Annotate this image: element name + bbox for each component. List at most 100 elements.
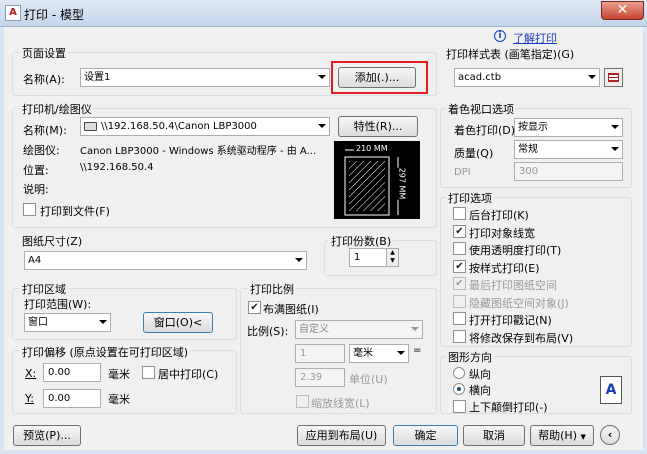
- chevron-down-icon: [397, 351, 405, 355]
- options-title: 打印选项: [446, 190, 494, 206]
- upside-down-label: 上下颠倒打印(-): [469, 401, 548, 414]
- location-value: \\192.168.50.4: [80, 162, 154, 173]
- preview-width: 210 MM: [354, 144, 390, 153]
- printer-name-select[interactable]: \\192.168.50.4\Canon LBP3000: [80, 117, 330, 136]
- plot-range-label: 打印范围(W):: [24, 298, 92, 311]
- offset-x-input[interactable]: 0.00: [43, 363, 101, 382]
- chevron-down-icon: [611, 147, 619, 151]
- orientation-title: 图形方向: [446, 349, 494, 365]
- chevron-down-icon: [411, 327, 419, 331]
- portrait-label: 纵向: [469, 368, 491, 381]
- properties-button[interactable]: 特性(R)...: [338, 116, 418, 137]
- printer-title: 打印机/绘图仪: [20, 101, 94, 117]
- edit-table-icon: [608, 73, 619, 82]
- scale-lineweights-checkbox[interactable]: [296, 395, 309, 408]
- scale-value2-input[interactable]: 2.39: [295, 368, 345, 387]
- offset-y-unit: 毫米: [108, 393, 130, 406]
- scale-unit-select[interactable]: 毫米: [349, 344, 409, 363]
- preview-button[interactable]: 预览(P)...: [13, 425, 81, 446]
- description-label: 说明:: [23, 183, 49, 196]
- apply-to-layout-button[interactable]: 应用到布局(U): [297, 425, 386, 446]
- option-label: 打开打印戳记(N): [469, 314, 552, 327]
- fit-to-paper-checkbox[interactable]: ✔: [248, 301, 261, 314]
- print-to-file-label: 打印到文件(F): [40, 205, 110, 218]
- center-plot-label: 居中打印(C): [158, 368, 219, 381]
- copies-spinner[interactable]: ▲ ▼: [386, 248, 399, 267]
- edit-style-button[interactable]: [604, 68, 623, 87]
- close-button[interactable]: ✕: [601, 1, 644, 20]
- shaded-title: 着色视口选项: [446, 101, 516, 117]
- option-label: 使用透明度打印(T): [469, 244, 562, 257]
- style-table-value: acad.ctb: [458, 72, 502, 83]
- option-checkbox[interactable]: [453, 242, 466, 255]
- offset-y-label: Y:: [25, 392, 34, 405]
- paper-size-select[interactable]: A4: [24, 251, 307, 270]
- cancel-button[interactable]: 取消: [463, 425, 525, 446]
- paper-size-value: A4: [28, 255, 42, 266]
- equals-icon: =: [413, 345, 422, 356]
- option-checkbox[interactable]: [453, 294, 466, 308]
- shade-plot-value: 按显示: [518, 122, 548, 133]
- page-setup-name-label: 名称(A):: [23, 73, 65, 86]
- scale-unit-value: 毫米: [353, 348, 373, 359]
- style-table-title: 打印样式表 (画笔指定)(G): [446, 48, 575, 61]
- quality-select[interactable]: 常规: [514, 140, 623, 159]
- location-label: 位置:: [23, 164, 49, 177]
- printer-name-label: 名称(M):: [23, 124, 67, 137]
- help-link[interactable]: 了解打印: [513, 30, 557, 46]
- scale-value: 自定义: [299, 324, 329, 335]
- dpi-input[interactable]: 300: [514, 162, 623, 181]
- scale-value1-input[interactable]: 1: [295, 344, 345, 363]
- spin-up-icon[interactable]: ▲: [387, 249, 398, 257]
- plot-range-select[interactable]: 窗口: [24, 313, 111, 332]
- chevron-down-icon: [318, 124, 326, 128]
- option-checkbox[interactable]: [453, 329, 466, 343]
- paper-preview: 210 MM 297 MM: [334, 141, 420, 219]
- option-checkbox[interactable]: ✔: [453, 224, 466, 238]
- paper-size-title: 图纸尺寸(Z): [22, 235, 83, 248]
- scale-unit2-label: 单位(U): [349, 373, 388, 386]
- center-plot-checkbox[interactable]: [142, 366, 155, 379]
- option-checkbox[interactable]: ✔: [453, 259, 466, 273]
- style-table-select[interactable]: acad.ctb: [454, 68, 600, 87]
- scale-label: 比例(S):: [247, 325, 289, 338]
- app-icon: A: [5, 5, 21, 21]
- window-button[interactable]: 窗口(O)<: [143, 312, 213, 333]
- page-setup-name-value: 设置1: [84, 72, 111, 83]
- printer-name-value: \\192.168.50.4\Canon LBP3000: [101, 121, 257, 132]
- option-checkbox[interactable]: [453, 207, 466, 220]
- ok-button[interactable]: 确定: [393, 425, 458, 446]
- collapse-button[interactable]: ‹: [600, 425, 620, 445]
- chevron-down-icon: [318, 75, 326, 79]
- shade-plot-label: 着色打印(D): [454, 124, 516, 137]
- chevron-down-icon: ▼: [580, 433, 586, 441]
- orientation-icon: A: [600, 376, 622, 404]
- option-checkbox[interactable]: [453, 312, 466, 325]
- offset-y-input[interactable]: 0.00: [43, 389, 101, 408]
- quality-value: 常规: [518, 144, 538, 155]
- chevron-down-icon: [588, 75, 596, 79]
- window-title: 打印 - 模型: [24, 8, 84, 22]
- print-to-file-checkbox[interactable]: [23, 203, 36, 216]
- help-label: 帮助(H): [538, 429, 577, 442]
- option-label: 按样式打印(E): [469, 261, 540, 275]
- spin-down-icon[interactable]: ▼: [387, 257, 398, 265]
- offset-x-unit: 毫米: [108, 368, 130, 381]
- scale-lineweights-label: 缩放线宽(L): [311, 397, 370, 410]
- landscape-radio[interactable]: [453, 383, 465, 395]
- highlight-box: [331, 61, 428, 94]
- page-setup-name-select[interactable]: 设置1: [80, 68, 330, 87]
- printer-icon: [84, 122, 97, 131]
- chevron-down-icon: [295, 258, 303, 262]
- option-checkbox[interactable]: ✔: [453, 277, 466, 290]
- help-button[interactable]: 帮助(H) ▼: [530, 425, 594, 446]
- scale-select[interactable]: 自定义: [295, 320, 423, 339]
- plot-offset-title: 打印偏移 (原点设置在可打印区域): [20, 344, 191, 360]
- info-icon: i: [494, 30, 506, 42]
- plot-area-title: 打印区域: [20, 281, 68, 297]
- shade-plot-select[interactable]: 按显示: [514, 118, 623, 137]
- chevron-down-icon: [611, 125, 619, 129]
- portrait-radio[interactable]: [453, 367, 465, 379]
- upside-down-checkbox[interactable]: [453, 400, 466, 413]
- page-setup-title: 页面设置: [20, 45, 68, 61]
